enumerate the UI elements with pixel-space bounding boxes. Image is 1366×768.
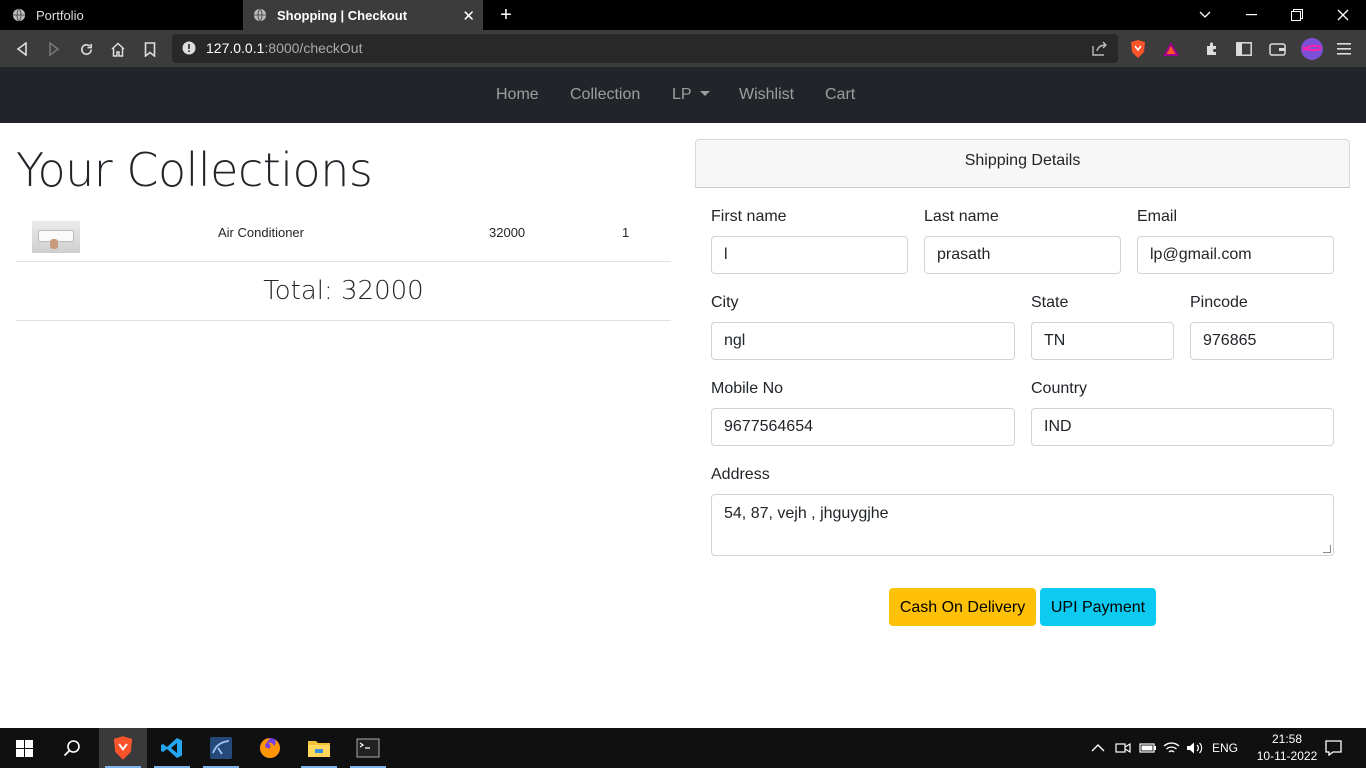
restore-button[interactable]	[1274, 0, 1320, 30]
minimize-button[interactable]	[1228, 0, 1274, 30]
browser-tab-strip: Portfolio Shopping | Checkout ✕ +	[0, 0, 1366, 30]
nav-wishlist[interactable]: Wishlist	[739, 86, 794, 104]
new-tab-button[interactable]: +	[497, 4, 515, 27]
caret-down-icon	[699, 91, 710, 96]
menu-icon[interactable]	[1333, 38, 1355, 60]
globe-icon	[12, 8, 26, 22]
state-label: State	[1031, 294, 1069, 311]
back-icon[interactable]	[11, 38, 33, 60]
list-item: Air Conditioner 32000 1	[16, 211, 671, 262]
address-textarea[interactable]: 54, 87, vejh , jhguygjhe	[711, 494, 1334, 556]
clock-time: 21:58	[1271, 732, 1303, 746]
country-label: Country	[1031, 380, 1088, 397]
close-window-button[interactable]	[1320, 0, 1366, 30]
nav-cart[interactable]: Cart	[825, 86, 855, 104]
language-indicator[interactable]: ENG	[1212, 728, 1238, 768]
forward-icon[interactable]	[43, 38, 65, 60]
pincode-input[interactable]: 976865	[1190, 322, 1334, 360]
email-input[interactable]: lp@gmail.com	[1137, 236, 1334, 274]
show-hidden-icons-icon[interactable]	[1091, 728, 1105, 768]
url-text: 127.0.0.1:8000/checkOut	[206, 40, 363, 56]
volume-icon[interactable]	[1186, 728, 1204, 768]
last-name-input[interactable]: prasath	[924, 236, 1121, 274]
extensions-icon[interactable]	[1201, 38, 1223, 60]
email-label: Email	[1137, 208, 1178, 225]
brave-shields-icon[interactable]	[1127, 38, 1149, 60]
shipping-card: Shipping Details	[695, 139, 1350, 649]
close-tab-icon[interactable]: ✕	[462, 7, 475, 25]
pincode-label: Pincode	[1190, 294, 1248, 311]
nav-lp-dropdown[interactable]: LP	[672, 86, 710, 104]
country-input[interactable]: IND	[1031, 408, 1334, 446]
sidebar-icon[interactable]	[1233, 38, 1255, 60]
nav-collection[interactable]: Collection	[570, 86, 640, 104]
tab-title: Portfolio	[36, 7, 84, 23]
last-name-label: Last name	[924, 208, 999, 225]
bookmark-icon[interactable]	[139, 38, 161, 60]
brave-taskbar-icon[interactable]	[99, 728, 147, 768]
upi-payment-button[interactable]: UPI Payment	[1040, 588, 1156, 626]
order-total: Total: 32000	[16, 262, 671, 321]
product-thumbnail	[32, 221, 80, 253]
first-name-label: First name	[711, 208, 787, 225]
home-icon[interactable]	[107, 38, 129, 60]
wallet-icon[interactable]	[1266, 38, 1288, 60]
site-navbar: Home Collection LP Wishlist Cart	[0, 67, 1366, 123]
mysql-workbench-taskbar-icon[interactable]	[197, 728, 245, 768]
battery-icon	[1139, 728, 1157, 768]
product-name: Air Conditioner	[218, 225, 304, 240]
wifi-icon[interactable]	[1163, 728, 1180, 768]
tab-checkout[interactable]: Shopping | Checkout ✕	[243, 0, 483, 30]
meet-now-icon[interactable]	[1115, 728, 1131, 768]
tab-portfolio[interactable]: Portfolio	[0, 0, 242, 30]
nav-home[interactable]: Home	[496, 86, 539, 104]
first-name-input[interactable]: l	[711, 236, 908, 274]
globe-icon	[253, 8, 267, 22]
city-input[interactable]: ngl	[711, 322, 1015, 360]
page-title: Your Collections	[16, 143, 373, 197]
profile-avatar[interactable]	[1300, 37, 1324, 61]
city-label: City	[711, 294, 739, 311]
resize-grip-icon[interactable]	[1323, 545, 1331, 553]
address-bar[interactable]: 127.0.0.1:8000/checkOut	[172, 34, 1118, 63]
clock[interactable]: 21:58 10-11-2022	[1252, 731, 1322, 765]
browser-toolbar: 127.0.0.1:8000/checkOut	[0, 30, 1366, 67]
notifications-icon[interactable]	[1325, 728, 1342, 768]
tab-title: Shopping | Checkout	[277, 7, 408, 23]
terminal-taskbar-icon[interactable]	[344, 728, 392, 768]
mobile-input[interactable]: 9677564654	[711, 408, 1015, 446]
address-text: 54, 87, vejh , jhguygjhe	[724, 505, 889, 522]
site-info-icon[interactable]	[182, 41, 196, 55]
firefox-taskbar-icon[interactable]	[246, 728, 294, 768]
tab-search-chevron-icon[interactable]	[1182, 0, 1228, 30]
search-icon[interactable]	[48, 728, 96, 768]
reload-icon[interactable]	[75, 38, 97, 60]
file-explorer-taskbar-icon[interactable]	[295, 728, 343, 768]
nav-lp-label: LP	[672, 86, 692, 103]
product-price: 32000	[489, 225, 526, 240]
share-icon[interactable]	[1092, 41, 1108, 56]
brave-rewards-icon[interactable]	[1160, 38, 1182, 60]
address-label: Address	[711, 466, 770, 483]
card-header: Shipping Details	[695, 139, 1350, 188]
state-input[interactable]: TN	[1031, 322, 1174, 360]
cash-on-delivery-button[interactable]: Cash On Delivery	[889, 588, 1036, 626]
windows-start-icon[interactable]	[0, 728, 48, 768]
mobile-label: Mobile No	[711, 380, 784, 397]
clock-date: 10-11-2022	[1256, 749, 1318, 763]
os-taskbar: ENG 21:58 10-11-2022	[0, 728, 1366, 768]
vscode-taskbar-icon[interactable]	[148, 728, 196, 768]
product-quantity: 1	[622, 225, 630, 240]
